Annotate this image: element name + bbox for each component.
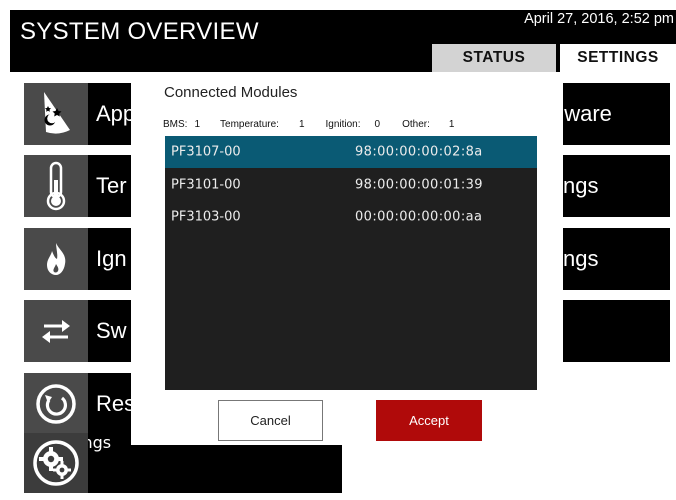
header-bar: SYSTEM OVERVIEW April 27, 2016, 2:52 pm … [10, 10, 676, 72]
temperature-count-value: 1 [298, 119, 305, 130]
datetime-display: April 27, 2016, 2:52 pm [524, 11, 674, 27]
gears-icon [24, 433, 88, 493]
tab-status[interactable]: STATUS [432, 44, 556, 72]
page-title: SYSTEM OVERVIEW [20, 18, 259, 45]
module-list[interactable]: PF3107-00 98:00:00:00:02:8a PF3101-00 98… [165, 136, 537, 390]
flame-icon [24, 228, 88, 290]
tab-settings[interactable]: SETTINGS [560, 44, 676, 72]
wizard-hat-icon [24, 83, 88, 145]
thermometer-icon [24, 155, 88, 217]
cancel-button[interactable]: Cancel [218, 400, 323, 441]
module-row[interactable]: PF3103-00 00:00:00:00:00:aa [165, 201, 537, 233]
module-id: PF3101-00 [171, 177, 241, 193]
menu-tile-temperature-label: Ter [96, 173, 127, 198]
ignition-count-label: Ignition: [325, 119, 361, 130]
reset-icon [24, 373, 88, 435]
menu-tile-ignition-label: Ign [96, 246, 127, 271]
menu-tile-app-label: App [96, 101, 136, 126]
temperature-count-label: Temperature: [220, 119, 279, 130]
module-row[interactable]: PF3107-00 98:00:00:00:02:8a [165, 136, 537, 168]
accept-button[interactable]: Accept [376, 400, 482, 441]
dialog-title: Connected Modules [164, 84, 298, 101]
module-id: PF3107-00 [171, 144, 241, 160]
ignition-count-value: 0 [374, 119, 381, 130]
menu-tile-swap-label: Sw [96, 318, 127, 343]
module-id: PF3103-00 [171, 209, 241, 225]
module-address: 98:00:00:00:02:8a [355, 144, 483, 160]
bms-count-value: 1 [194, 119, 201, 130]
module-row[interactable]: PF3101-00 98:00:00:00:01:39 [165, 169, 537, 201]
menu-tile-reset-label: Res [96, 391, 136, 416]
connected-modules-dialog: Connected Modules BMS: 1 Temperature: 1 … [131, 72, 563, 445]
module-address: 98:00:00:00:01:39 [355, 177, 483, 193]
other-count-label: Other: [402, 119, 430, 130]
module-address: 00:00:00:00:00:aa [355, 209, 483, 225]
module-counts: BMS: 1 Temperature: 1 Ignition: 0 Other:… [163, 119, 454, 130]
swap-arrows-icon [24, 300, 88, 362]
bms-count-label: BMS: [163, 119, 188, 130]
other-count-value: 1 [448, 119, 455, 130]
